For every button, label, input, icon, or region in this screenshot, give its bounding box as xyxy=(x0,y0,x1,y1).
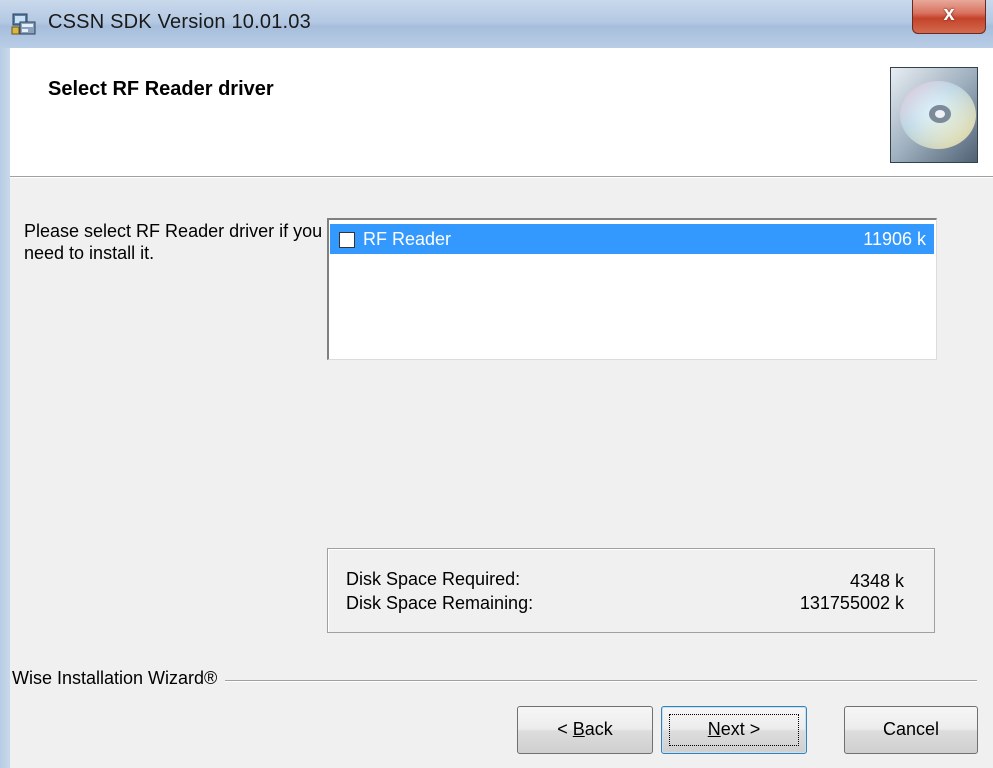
back-prefix: < xyxy=(557,719,573,739)
installer-window: CSSN SDK Version 10.01.03 x Select RF Re… xyxy=(0,0,993,768)
wizard-header: Select RF Reader driver xyxy=(10,48,993,177)
disk-space-panel: Disk Space Required: 4348 k Disk Space R… xyxy=(327,548,935,633)
window-frame-left xyxy=(0,48,10,768)
disk-required-value: 4348 k xyxy=(849,571,904,591)
list-item-rf-reader[interactable]: RF Reader 11906 k xyxy=(330,224,934,254)
rf-reader-checkbox[interactable] xyxy=(339,232,355,248)
installer-app-icon xyxy=(11,13,36,35)
list-item-label: RF Reader xyxy=(363,229,452,249)
disk-required-label: Disk Space Required: xyxy=(346,569,521,589)
back-button[interactable]: < Back xyxy=(517,706,653,754)
cancel-button[interactable]: Cancel xyxy=(844,706,978,754)
next-button[interactable]: Next > xyxy=(661,706,807,754)
list-item-size: 11906 k xyxy=(863,229,926,249)
component-listbox[interactable]: RF Reader 11906 k xyxy=(327,218,937,360)
instruction-text: Please select RF Reader driver if you ne… xyxy=(24,221,323,263)
page-title: Select RF Reader driver xyxy=(48,78,274,100)
close-button[interactable]: x xyxy=(912,0,986,34)
cd-icon xyxy=(890,67,978,163)
back-accelerator: B xyxy=(572,719,585,739)
footer-brand: Wise Installation Wizard® xyxy=(12,668,226,689)
disk-remaining-label: Disk Space Remaining: xyxy=(346,593,534,613)
disk-remaining-value: 131755002 k xyxy=(799,593,904,613)
back-label-rest: ack xyxy=(584,719,613,739)
close-icon: x xyxy=(943,3,955,25)
title-bar[interactable]: CSSN SDK Version 10.01.03 x xyxy=(0,0,993,48)
window-title: CSSN SDK Version 10.01.03 xyxy=(48,11,311,33)
focus-rectangle xyxy=(669,714,799,746)
